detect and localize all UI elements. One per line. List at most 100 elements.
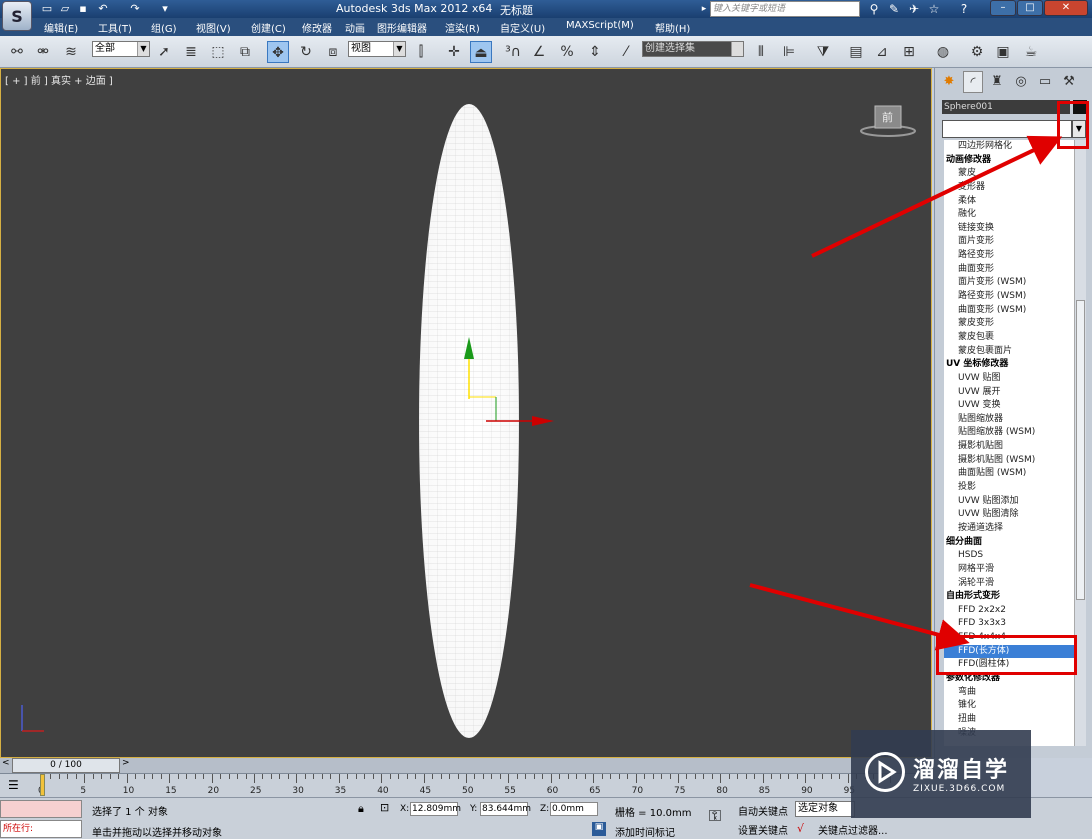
close-button[interactable]: ✕ [1044,0,1088,16]
modifier-item[interactable]: 融化 [944,208,1074,222]
menu-rendering[interactable]: 渲染(R) [445,20,480,35]
object-name-field[interactable]: Sphere001 [942,100,1070,114]
utilities-tab-icon[interactable]: ⚒ [1059,71,1079,93]
percent-snap-icon[interactable]: % [556,41,578,63]
modifier-item[interactable]: 蒙皮变形 [944,317,1074,331]
modifier-item[interactable]: 涡轮平滑 [944,577,1074,591]
named-selection-dropdown[interactable]: 创建选择集 ▼ [642,41,744,57]
curve-editor-icon[interactable]: ⊿ [871,41,893,63]
modify-tab-icon[interactable]: ◜ [963,71,983,93]
modifier-item[interactable]: UVW 贴图 [944,372,1074,386]
minimize-button[interactable]: – [990,0,1016,16]
modifier-item[interactable]: UVW 贴图清除 [944,508,1074,522]
y-coordinate-field[interactable]: 83.644mm [480,802,531,816]
time-tag-icon[interactable]: ▣ [592,822,606,836]
modifier-item[interactable]: 网格平滑 [944,563,1074,577]
menu-edit[interactable]: 编辑(E) [44,20,78,35]
move-gizmo[interactable] [456,319,566,429]
maxscript-listener-mini[interactable] [0,800,82,818]
selection-filter-dropdown[interactable]: 全部 ▼ [92,41,150,57]
modifier-item[interactable]: 曲面变形 [944,263,1074,277]
favorites-star-icon[interactable]: ☆ [926,1,942,17]
graphite-toggle-icon[interactable]: ▤ [845,41,867,63]
viewport-label[interactable]: [ + ] 前 ] 真实 + 边面 ] [5,72,113,87]
mirror-icon[interactable]: ⫴ [750,41,772,63]
modifier-item[interactable]: 投影 [944,481,1074,495]
menu-tools[interactable]: 工具(T) [98,20,132,35]
menu-animation[interactable]: 动画 [345,20,365,35]
communication-icon[interactable]: ✈ [906,1,922,17]
rendered-frame-icon[interactable]: ▣ [992,41,1014,63]
menu-modifiers[interactable]: 修改器 [302,20,332,35]
spinner-snap-icon[interactable]: ⇕ [584,41,606,63]
z-coordinate-field[interactable]: 0.0mm [550,802,598,816]
edit-named-selection-icon[interactable]: ⁄ [615,41,637,63]
link-icon[interactable]: ⚯ [6,41,28,63]
modifier-item[interactable]: 蒙皮包裹面片 [944,345,1074,359]
modifier-item[interactable]: 曲面变形 (WSM) [944,304,1074,318]
modifier-item[interactable]: 锥化 [944,699,1074,713]
modifier-item[interactable]: FFD(圆柱体) [944,658,1074,672]
app-logo-icon[interactable]: S [2,1,32,31]
modifier-item[interactable]: UVW 展开 [944,386,1074,400]
rectangular-region-icon[interactable]: ⬚ [207,41,229,63]
chevron-down-icon[interactable]: ▼ [1072,120,1086,138]
angle-snap-icon[interactable]: ∠ [528,41,550,63]
time-slider[interactable]: < 0 / 100 > [0,758,932,773]
help-icon[interactable]: ? [956,1,972,17]
material-editor-icon[interactable]: ◍ [932,41,954,63]
scrollbar-thumb[interactable] [1076,300,1085,600]
modifier-item[interactable]: UVW 贴图添加 [944,495,1074,509]
bind-space-warp-icon[interactable]: ≋ [60,41,82,63]
render-production-icon[interactable]: ☕ [1020,41,1042,63]
now-running-field[interactable]: 所在行: [0,820,82,838]
time-prev-icon[interactable]: < [2,758,10,768]
select-object-icon[interactable]: ➚ [153,41,175,63]
modifier-item[interactable]: 四边形网格化 [944,140,1074,154]
modifier-item[interactable]: 按通道选择 [944,522,1074,536]
modifier-list-scrollbar[interactable] [1074,140,1086,746]
modifier-list[interactable]: 四边形网格化 动画修改器 蒙皮 变形器 柔体 融化 链接变换 面片变形 路径变形 曲面变形 面片变形… [944,140,1074,746]
modifier-item[interactable]: 贴图缩放器 [944,413,1074,427]
maximize-button[interactable]: □ [1017,0,1043,16]
reference-coordinate-dropdown[interactable]: 视图 ▼ [348,41,406,57]
pivot-center-icon[interactable]: ⫿ [410,41,432,63]
add-time-tag[interactable]: 添加时间标记 [615,824,675,839]
menu-graph-editors[interactable]: 图形编辑器 [377,20,427,35]
menu-views[interactable]: 视图(V) [196,20,231,35]
key-icon[interactable]: ⚿ [700,806,730,830]
layer-manager-icon[interactable]: ⧩ [812,41,834,63]
modifier-item[interactable]: 蒙皮 [944,167,1074,181]
absolute-mode-icon[interactable]: ⊡ [380,801,389,814]
binoculars-icon[interactable]: ⚲ [866,1,882,17]
modifier-item[interactable]: 路径变形 [944,249,1074,263]
auto-key-button[interactable]: 自动关键点 [738,803,788,818]
save-file-icon[interactable]: ▪ [76,2,90,15]
schematic-view-icon[interactable]: ⊞ [898,41,920,63]
object-color-swatch[interactable] [1073,100,1087,114]
time-next-icon[interactable]: > [122,758,130,768]
modifier-item[interactable]: 蒙皮包裹 [944,331,1074,345]
modifier-item[interactable]: 扭曲 [944,713,1074,727]
select-by-name-icon[interactable]: ≣ [180,41,202,63]
modifier-item[interactable]: 弯曲 [944,686,1074,700]
modifier-item[interactable]: 贴图缩放器 (WSM) [944,426,1074,440]
select-manipulate-icon[interactable]: ✛ [443,41,465,63]
display-tab-icon[interactable]: ▭ [1035,71,1055,93]
front-viewport[interactable]: [ + ] 前 ] 真实 + 边面 ] 前 [0,68,932,758]
align-icon[interactable]: ⊫ [778,41,800,63]
select-move-icon[interactable]: ✥ [267,41,289,63]
modifier-list-dropdown[interactable] [942,120,1072,138]
subscription-icon[interactable]: ✎ [886,1,902,17]
modifier-item[interactable]: 柔体 [944,195,1074,209]
current-frame-marker[interactable] [40,774,45,796]
select-rotate-icon[interactable]: ↻ [295,41,317,63]
undo-icon[interactable]: ↶ [96,2,110,15]
open-file-icon[interactable]: ▱ [58,2,72,15]
menu-customize[interactable]: 自定义(U) [500,20,545,35]
menu-group[interactable]: 组(G) [151,20,177,35]
modifier-item[interactable]: FFD 3x3x3 [944,617,1074,631]
quick-access-dropdown-icon[interactable]: ▾ [158,2,172,15]
modifier-item[interactable]: 面片变形 [944,235,1074,249]
modifier-item[interactable]: FFD 4x4x4 [944,631,1074,645]
